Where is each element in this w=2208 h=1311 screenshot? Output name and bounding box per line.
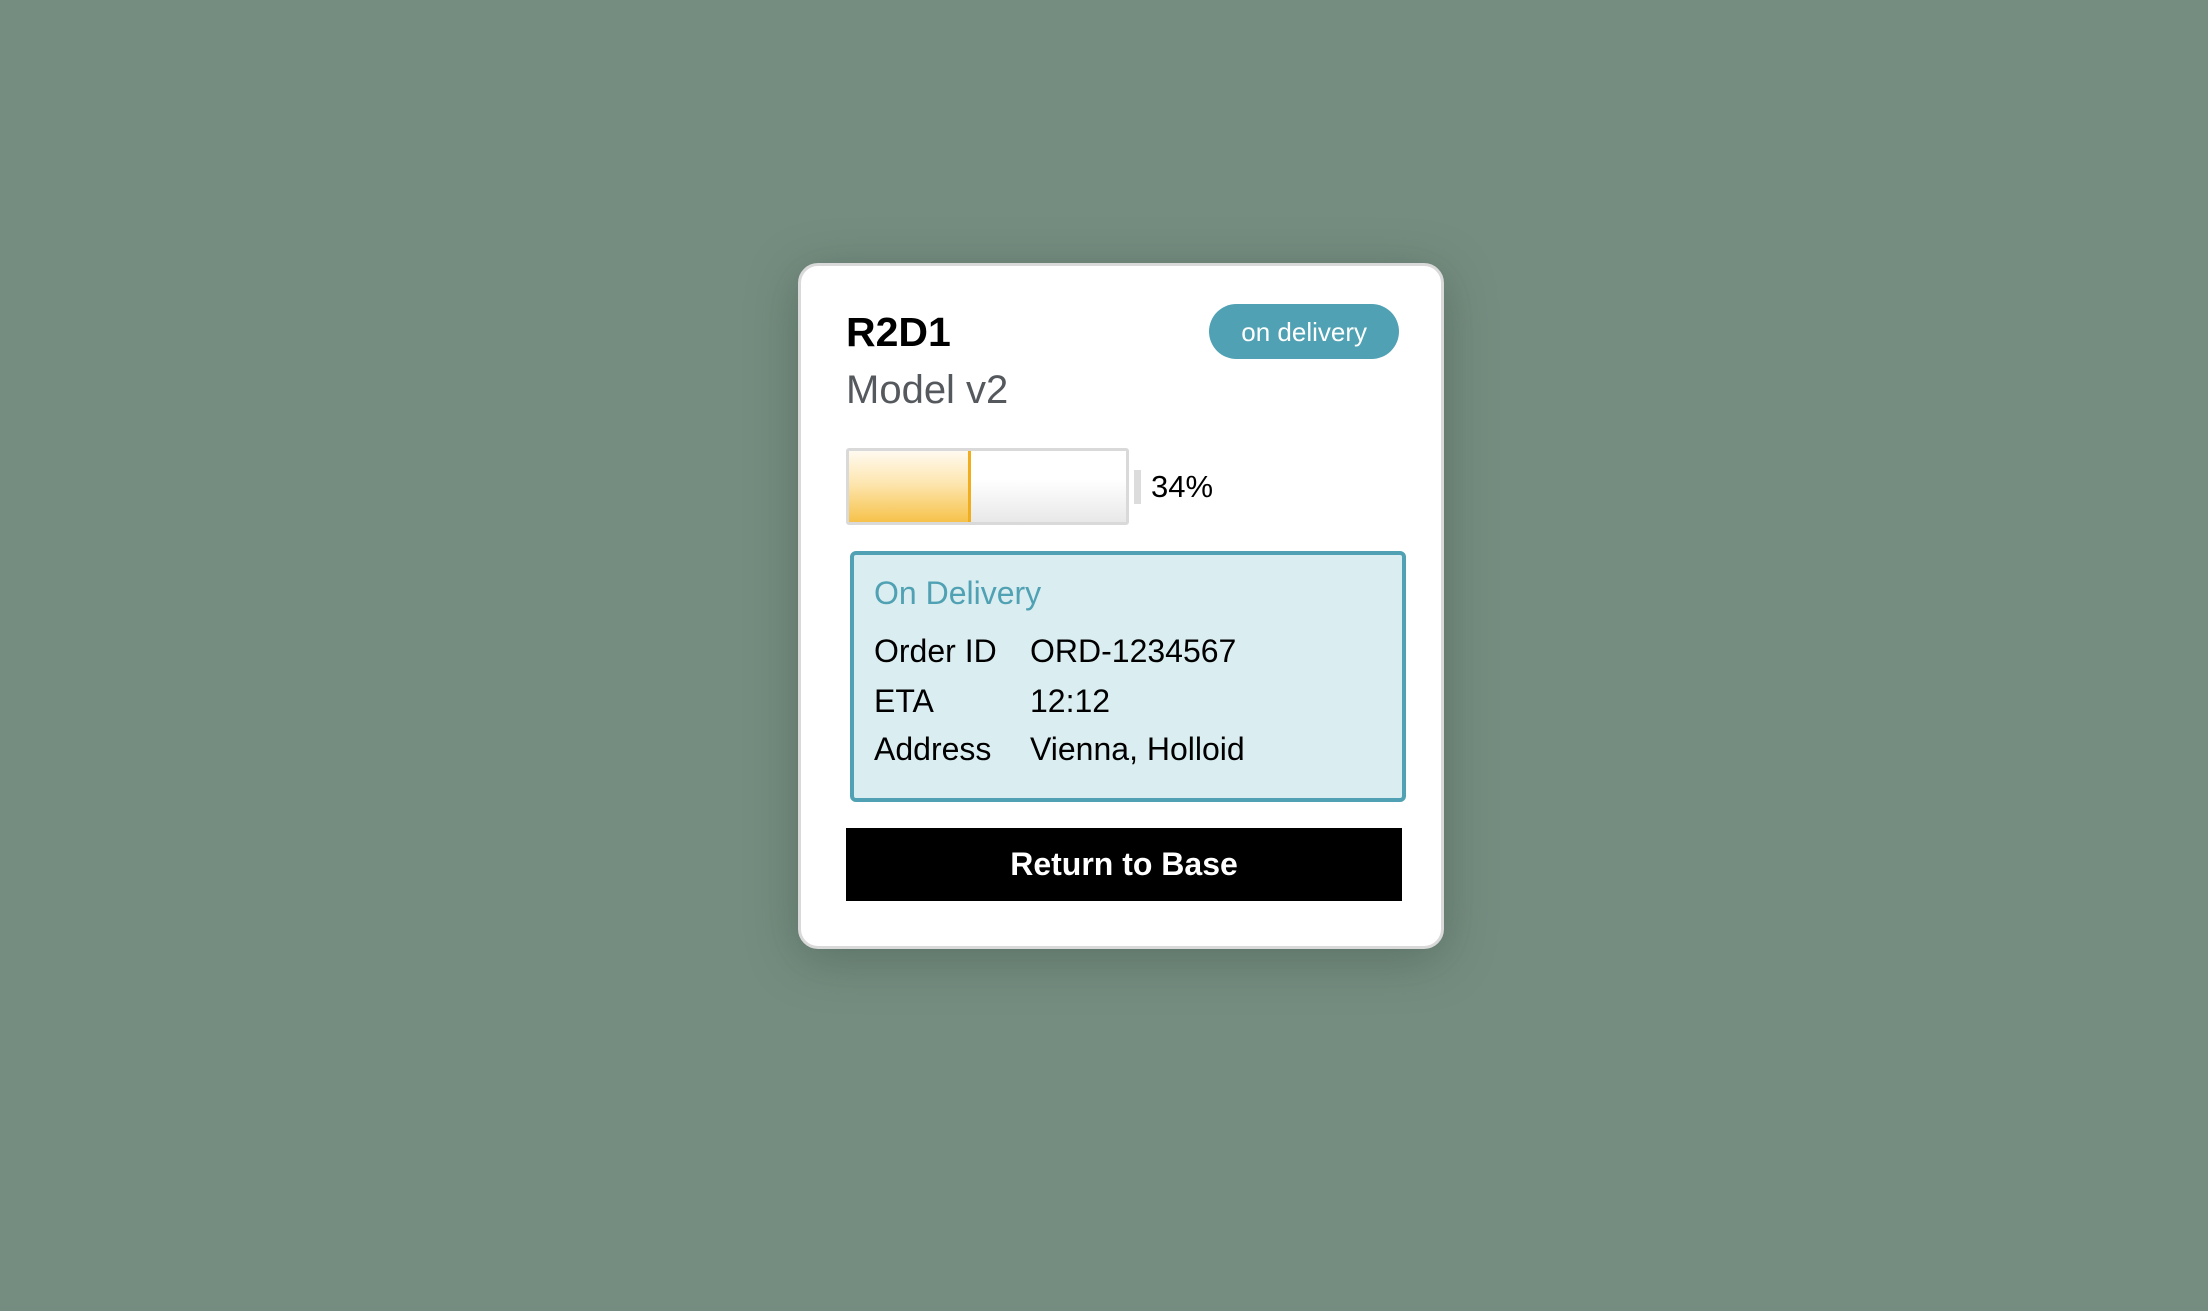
- delivery-title: On Delivery: [874, 575, 1042, 611]
- status-badge: on delivery: [1209, 304, 1399, 359]
- detail-label: ETA: [874, 683, 934, 719]
- battery-fill: [849, 451, 971, 522]
- delivery-panel: On Delivery Order ID ORD-1234567 ETA 12:…: [850, 551, 1406, 802]
- detail-row-eta: ETA 12:12: [874, 685, 1110, 717]
- detail-label: Order ID: [874, 633, 997, 669]
- robot-name: R2D1: [846, 309, 951, 355]
- detail-row-order-id: Order ID ORD-1234567: [874, 635, 1236, 667]
- battery-terminal: [1134, 469, 1141, 504]
- detail-value: ORD-1234567: [1030, 633, 1237, 669]
- return-to-base-button[interactable]: Return to Base: [846, 828, 1402, 901]
- detail-value: 12:12: [1030, 683, 1111, 719]
- battery-percent: 34%: [1151, 468, 1214, 504]
- battery-icon: [846, 448, 1129, 525]
- detail-label: Address: [874, 731, 992, 767]
- robot-model: Model v2: [846, 368, 1009, 412]
- robot-card: R2D1 Model v2 on delivery 34% On Deliver…: [798, 263, 1444, 949]
- battery-indicator: 34%: [846, 448, 1213, 525]
- detail-row-address: Address Vienna, Holloid: [874, 733, 1245, 765]
- detail-value: Vienna, Holloid: [1030, 731, 1245, 767]
